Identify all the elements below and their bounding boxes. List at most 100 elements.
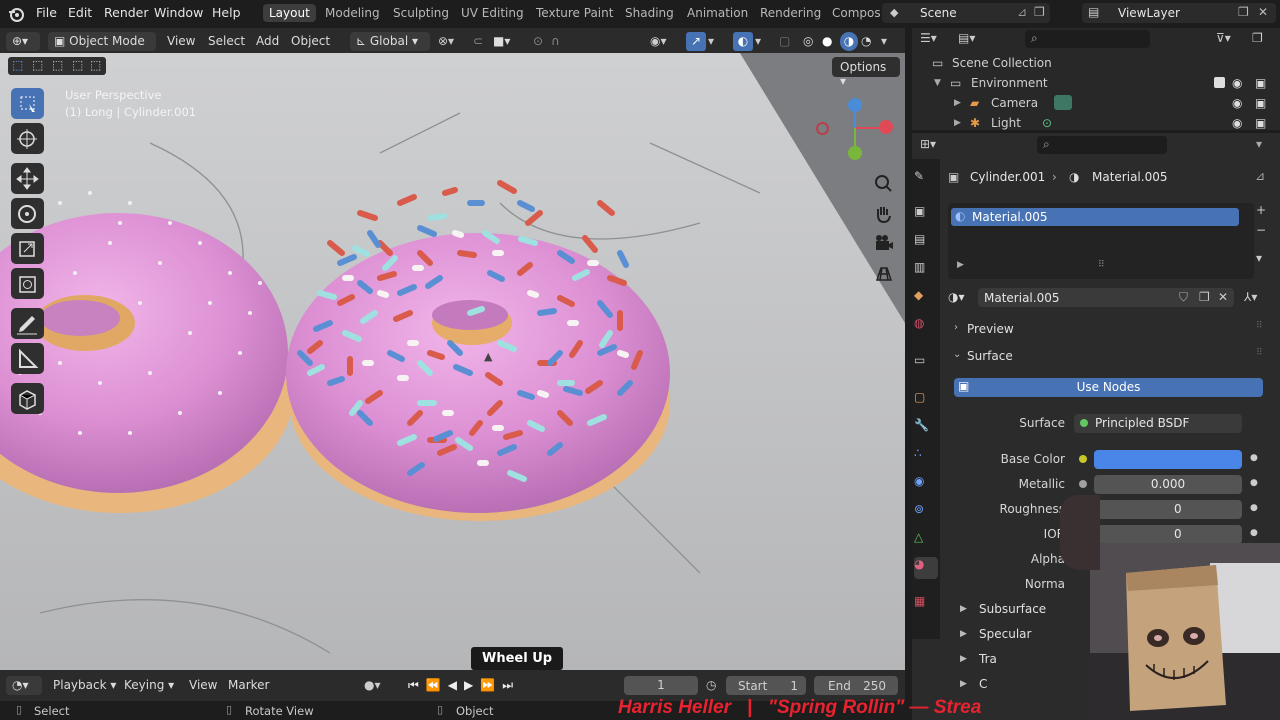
select-intersect-icon[interactable]: ⬚ xyxy=(90,58,101,72)
specular-subpanel[interactable]: Specular xyxy=(979,627,1031,641)
keyframe-dot-icon[interactable]: ● xyxy=(1250,453,1258,463)
orientation-dropdown[interactable]: ⊾ Global ▾ xyxy=(350,32,430,51)
editor-type-icon[interactable]: ⊕▾ xyxy=(6,32,40,51)
eye-icon[interactable]: ◉ xyxy=(1232,113,1242,133)
keyframe-dot-icon[interactable]: ● xyxy=(1250,503,1258,513)
use-nodes-button[interactable]: ▣ Use Nodes xyxy=(954,378,1263,397)
slot-specials-icon[interactable]: ▾ xyxy=(1256,251,1262,265)
keyframe-dot-icon[interactable]: ● xyxy=(1250,478,1258,488)
shading-dropdown-icon[interactable]: ▾ xyxy=(881,32,887,51)
roughness-field[interactable]: 0 xyxy=(1094,500,1242,519)
outliner-scene-collection[interactable]: ▭ Scene Collection xyxy=(912,53,1280,73)
expand-arrow-icon[interactable]: ▼ xyxy=(934,73,941,93)
properties-search-input[interactable]: ⌕ xyxy=(1037,136,1167,154)
material-shading-icon[interactable]: ◑ xyxy=(840,32,858,51)
tab-uv-editing[interactable]: UV Editing xyxy=(461,6,524,20)
cursor-tool-icon[interactable] xyxy=(11,123,44,154)
gizmo-neg-x-icon[interactable] xyxy=(816,122,829,135)
tool-tab-icon[interactable]: ✎ xyxy=(914,169,938,191)
prev-keyframe-icon[interactable]: ⏪ xyxy=(426,678,448,692)
menu-window[interactable]: Window xyxy=(154,5,203,20)
subsurface-subpanel[interactable]: Subsurface xyxy=(979,602,1046,616)
node-link-icon[interactable]: ⅄▾ xyxy=(1244,290,1257,304)
menu-select[interactable]: Select xyxy=(208,32,245,51)
expand-arrow-icon[interactable]: ▶ xyxy=(957,260,964,270)
menu-view[interactable]: View xyxy=(167,32,195,51)
add-cube-tool-icon[interactable] xyxy=(11,383,44,414)
preview-section-header[interactable]: › Preview ⠿ xyxy=(944,317,1270,341)
light-data-icon[interactable]: ⊙ xyxy=(1042,113,1052,133)
texture-tab-icon[interactable]: ▦ xyxy=(914,594,938,616)
timeline-editor-icon[interactable]: ◔▾ xyxy=(6,676,42,695)
menu-file[interactable]: File xyxy=(36,5,57,20)
playback-controls[interactable]: ⏮⏪◀▶⏩⏭ xyxy=(408,676,520,695)
material-tab-icon[interactable]: ◕ xyxy=(914,557,938,579)
particles-tab-icon[interactable]: ∴ xyxy=(914,446,938,468)
properties-options-icon[interactable]: ▾ xyxy=(1256,137,1262,151)
pan-hand-icon[interactable] xyxy=(870,200,897,227)
view-layer-selector[interactable]: ▤ ViewLayer ❐ ✕ xyxy=(1082,3,1276,23)
tab-sculpting[interactable]: Sculpting xyxy=(393,6,449,20)
physics-tab-icon[interactable]: ◉ xyxy=(914,474,938,496)
select-new-icon[interactable]: ⬚ xyxy=(12,58,23,72)
transmission-subpanel[interactable]: Tra xyxy=(979,652,997,666)
scale-tool-icon[interactable] xyxy=(11,233,44,264)
filter-icon[interactable]: ⊽▾ xyxy=(1216,31,1231,45)
menu-playback[interactable]: Playback ▾ xyxy=(53,676,116,695)
pin-icon[interactable]: ⊿ xyxy=(1017,5,1027,19)
eye-icon[interactable]: ◉ xyxy=(1232,93,1242,113)
rendered-shading-icon[interactable]: ◔ xyxy=(861,32,871,51)
menu-help[interactable]: Help xyxy=(212,5,241,20)
tab-shading[interactable]: Shading xyxy=(625,6,674,20)
snap-target-icon[interactable]: ■▾ xyxy=(493,32,510,51)
snap-icon[interactable]: ⊂ xyxy=(473,32,483,51)
drag-handle-icon[interactable]: ⠿ xyxy=(1256,321,1263,331)
value-socket-icon[interactable] xyxy=(1079,480,1087,488)
collection-tab-icon[interactable]: ▭ xyxy=(914,353,938,375)
play-icon[interactable]: ▶ xyxy=(464,678,480,692)
surface-shader-field[interactable]: Principled BSDF xyxy=(1074,414,1242,433)
tab-animation[interactable]: Animation xyxy=(687,6,748,20)
end-frame-field[interactable]: End 250 xyxy=(814,676,898,695)
constraints-tab-icon[interactable]: ⊚ xyxy=(914,502,938,524)
tab-rendering[interactable]: Rendering xyxy=(760,6,821,20)
eye-icon[interactable]: ◉ xyxy=(1232,73,1242,93)
overlays-dropdown-icon[interactable]: ▾ xyxy=(755,32,761,51)
checkbox-icon[interactable] xyxy=(1214,77,1225,88)
falloff-icon[interactable]: ∩ xyxy=(551,32,560,51)
start-frame-field[interactable]: Start 1 xyxy=(726,676,806,695)
properties-editor-icon[interactable]: ⊞▾ xyxy=(920,137,936,151)
rotate-tool-icon[interactable] xyxy=(11,198,44,229)
tab-modeling[interactable]: Modeling xyxy=(325,6,380,20)
next-keyframe-icon[interactable]: ⏩ xyxy=(480,678,502,692)
outliner-row-camera[interactable]: ▶ ▰ Camera ◉ ▣ xyxy=(912,93,1280,113)
menu-marker[interactable]: Marker xyxy=(228,676,269,695)
blender-logo-icon[interactable] xyxy=(8,6,24,22)
resize-handle-icon[interactable]: ⠿ xyxy=(1098,260,1105,270)
measure-tool-icon[interactable] xyxy=(11,343,44,374)
expand-arrow-icon[interactable]: ▶ xyxy=(960,604,967,614)
render-camera-icon[interactable]: ▣ xyxy=(1255,113,1266,133)
3d-viewport[interactable]: User Perspective (1) Long | Cylinder.001… xyxy=(0,53,905,670)
gizmo-x-icon[interactable] xyxy=(879,120,893,134)
unlink-material-icon[interactable]: ✕ xyxy=(1218,290,1228,304)
remove-slot-icon[interactable]: − xyxy=(1256,223,1266,237)
render-tab-icon[interactable]: ▣ xyxy=(914,204,938,226)
expand-arrow-icon[interactable]: ▶ xyxy=(960,654,967,664)
pivot-icon[interactable]: ⊗▾ xyxy=(438,32,454,51)
world-tab-icon[interactable]: ◍ xyxy=(914,316,938,338)
jump-end-icon[interactable]: ⏭ xyxy=(502,678,520,692)
outliner-editor-icon[interactable]: ☰▾ xyxy=(920,31,937,45)
new-collection-icon[interactable]: ❐ xyxy=(1252,31,1263,45)
keyframe-dot-icon[interactable]: ● xyxy=(1250,528,1258,538)
move-tool-icon[interactable] xyxy=(11,163,44,194)
tab-layout[interactable]: Layout xyxy=(263,4,316,22)
view-layer-tab-icon[interactable]: ▥ xyxy=(914,260,938,282)
expand-arrow-icon[interactable]: ▶ xyxy=(954,93,961,113)
expand-arrow-icon[interactable]: ▶ xyxy=(960,679,967,689)
add-slot-icon[interactable]: + xyxy=(1256,203,1266,217)
scene-selector[interactable]: ◆ Scene ⊿ ❐ xyxy=(882,3,1050,23)
ortho-grid-icon[interactable] xyxy=(870,260,897,287)
menu-edit[interactable]: Edit xyxy=(68,5,92,20)
visibility-icon[interactable]: ◉▾ xyxy=(650,32,667,51)
